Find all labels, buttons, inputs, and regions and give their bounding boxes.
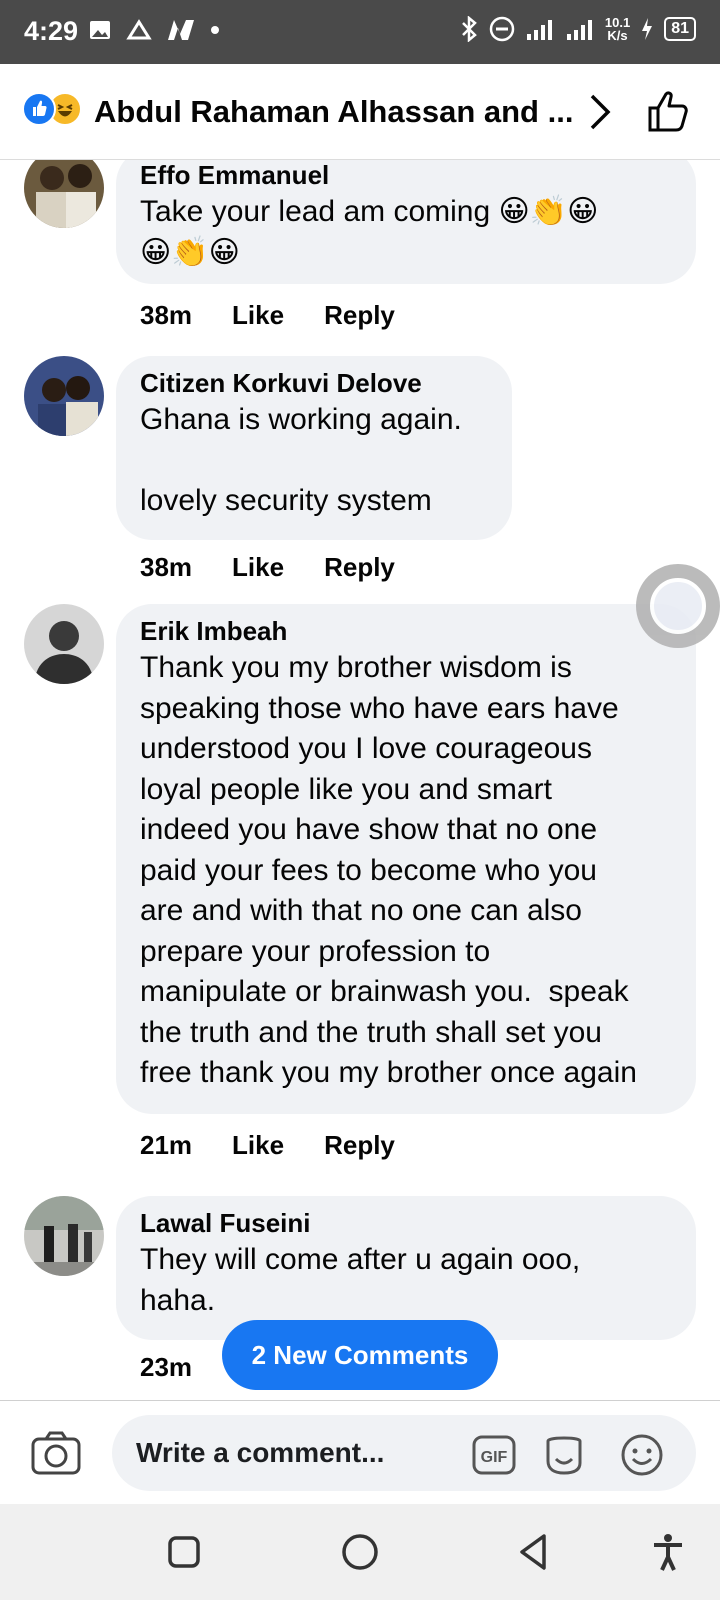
like-link[interactable]: Like bbox=[232, 1130, 284, 1161]
assistive-touch-inner bbox=[650, 578, 706, 634]
do-not-disturb-icon bbox=[489, 16, 515, 42]
recents-icon[interactable] bbox=[164, 1532, 204, 1572]
comment-actions: 21m Like Reply bbox=[140, 1130, 395, 1161]
new-comments-button[interactable]: 2 New Comments bbox=[222, 1320, 498, 1390]
charging-icon bbox=[642, 18, 653, 40]
reply-link[interactable]: Reply bbox=[324, 300, 395, 331]
comment-composer: Write a comment... GIF bbox=[0, 1400, 720, 1504]
bluetooth-icon bbox=[462, 16, 477, 42]
system-nav-bar bbox=[0, 1504, 720, 1600]
comment-time[interactable]: 23m bbox=[140, 1352, 192, 1383]
comments-list[interactable]: Effo Emmanuel Take your lead am coming 😀… bbox=[0, 160, 720, 1400]
reply-link[interactable]: Reply bbox=[324, 552, 395, 583]
comment-actions: 38m Like Reply bbox=[140, 552, 395, 583]
app-notification-icon bbox=[126, 19, 152, 40]
signal-icon-2 bbox=[566, 20, 592, 40]
comment-input[interactable]: Write a comment... GIF bbox=[112, 1415, 696, 1491]
comment-author[interactable]: Lawal Fuseini bbox=[140, 1206, 674, 1240]
notification-icons bbox=[88, 18, 220, 42]
gif-icon[interactable]: GIF bbox=[472, 1433, 516, 1477]
comment-actions: 38m Like Reply bbox=[140, 300, 395, 331]
camera-icon[interactable] bbox=[30, 1429, 82, 1477]
comment-input-placeholder: Write a comment... bbox=[136, 1437, 385, 1468]
reply-link[interactable]: Reply bbox=[324, 1130, 395, 1161]
status-right: 10.1 K/s 81 bbox=[459, 16, 696, 42]
comment-bubble[interactable]: Effo Emmanuel Take your lead am coming 😀… bbox=[116, 160, 696, 284]
like-reaction-icon bbox=[22, 92, 56, 126]
emoji-icon[interactable] bbox=[620, 1433, 664, 1477]
network-speed: 10.1 K/s bbox=[605, 16, 630, 42]
comment-author[interactable]: Erik Imbeah bbox=[140, 614, 674, 648]
battery-level: 81 bbox=[664, 17, 696, 41]
comment-time[interactable]: 38m bbox=[140, 300, 192, 331]
signal-icon-1 bbox=[526, 20, 552, 40]
home-icon[interactable] bbox=[340, 1532, 380, 1572]
comment-text: Take your lead am coming 😀👏😀 😀👏😀 bbox=[140, 195, 599, 269]
comment-text: They will come after u again ooo, haha. bbox=[140, 1243, 581, 1317]
reactions[interactable] bbox=[22, 92, 86, 128]
gallery-icon bbox=[90, 21, 110, 39]
comment-text: Thank you my brother wisdom is speaking … bbox=[140, 651, 637, 1089]
sticker-icon[interactable] bbox=[542, 1433, 586, 1477]
avatar[interactable] bbox=[24, 160, 104, 228]
comment-bubble[interactable]: Erik Imbeah Thank you my brother wisdom … bbox=[116, 604, 696, 1114]
comment-text: Ghana is working again. lovely security … bbox=[140, 403, 462, 517]
comment-author[interactable]: Citizen Korkuvi Delove bbox=[140, 366, 490, 400]
post-header: Abdul Rahaman Alhassan and ... bbox=[0, 64, 720, 160]
avatar[interactable] bbox=[24, 1196, 104, 1276]
comment-time[interactable]: 21m bbox=[140, 1130, 192, 1161]
news-icon bbox=[168, 20, 194, 40]
comment-bubble[interactable]: Citizen Korkuvi Delove Ghana is working … bbox=[116, 356, 512, 540]
back-icon[interactable] bbox=[514, 1532, 554, 1572]
comment-time[interactable]: 38m bbox=[140, 552, 192, 583]
accessibility-icon[interactable] bbox=[648, 1532, 688, 1572]
dot-icon bbox=[211, 26, 219, 34]
gif-label: GIF bbox=[481, 1449, 508, 1466]
comment-bubble[interactable]: Lawal Fuseini They will come after u aga… bbox=[116, 1196, 696, 1340]
chevron-right-icon[interactable] bbox=[580, 88, 620, 136]
comment-author[interactable]: Effo Emmanuel bbox=[140, 160, 674, 192]
like-link[interactable]: Like bbox=[232, 552, 284, 583]
avatar[interactable] bbox=[24, 356, 104, 436]
status-bar: 4:29 10.1 K/s 81 bbox=[0, 0, 720, 64]
assistive-touch-button[interactable] bbox=[636, 564, 720, 648]
status-time: 4:29 bbox=[24, 16, 79, 46]
comment-actions: 23m bbox=[140, 1352, 192, 1383]
page-title[interactable]: Abdul Rahaman Alhassan and ... bbox=[94, 94, 573, 130]
network-speed-unit: K/s bbox=[607, 28, 628, 43]
like-link[interactable]: Like bbox=[232, 300, 284, 331]
like-button-icon[interactable] bbox=[644, 88, 692, 136]
avatar[interactable] bbox=[24, 604, 104, 684]
